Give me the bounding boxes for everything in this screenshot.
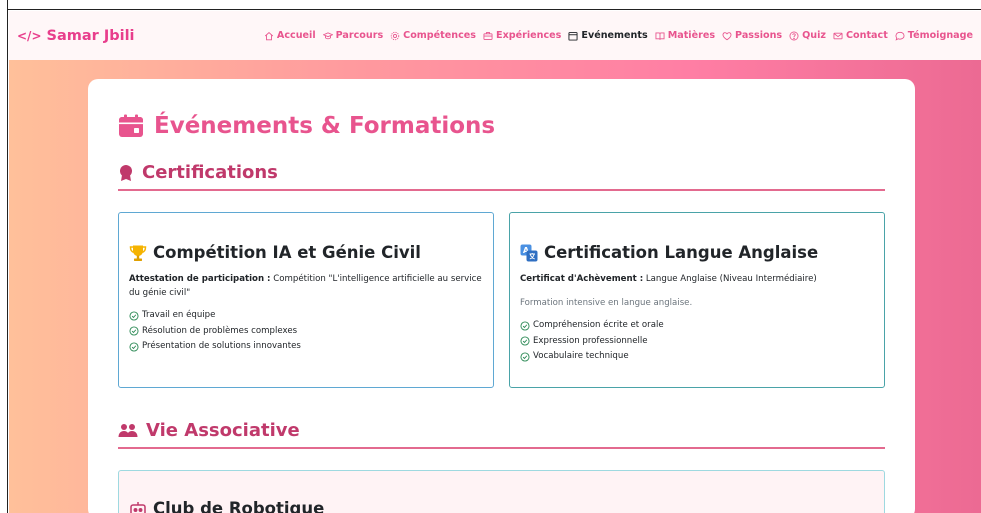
cert-certificat: Certificat d'Achèvement : Langue Anglais… bbox=[520, 274, 817, 284]
window-top-border bbox=[0, 0, 981, 10]
check-circle-icon bbox=[520, 321, 530, 331]
users-icon bbox=[118, 423, 138, 437]
cert-title: Compétition IA et Génie Civil bbox=[129, 243, 483, 262]
nav-temoignage[interactable]: Témoignage bbox=[895, 30, 973, 41]
check-circle-icon bbox=[520, 336, 530, 346]
window-left-border bbox=[0, 0, 8, 513]
code-icon: </> bbox=[17, 28, 42, 43]
cert-points: Compréhension écrite et orale Expression… bbox=[520, 318, 874, 365]
content-card: Événements & Formations Certifications C… bbox=[88, 79, 915, 513]
trophy-icon bbox=[129, 245, 147, 261]
nav-competences[interactable]: Compétences bbox=[390, 30, 476, 41]
briefcase-icon bbox=[483, 31, 493, 40]
assoc-card-robotique: Club de Robotique bbox=[118, 470, 885, 513]
gear-icon bbox=[390, 31, 400, 40]
house-icon bbox=[264, 31, 273, 40]
award-icon bbox=[120, 164, 132, 181]
cert-title: A Certification Langue Anglaise bbox=[520, 243, 874, 262]
nav-contact[interactable]: Contact bbox=[833, 30, 888, 41]
check-circle-icon bbox=[129, 311, 139, 321]
list-item: Travail en équipe bbox=[129, 308, 483, 324]
book-icon bbox=[655, 31, 665, 40]
translate-icon: A bbox=[520, 244, 538, 261]
calendar-icon bbox=[119, 114, 143, 137]
section-title-vie-associative: Vie Associative bbox=[118, 420, 300, 441]
navbar: </> Samar Jbili Accueil Parcours Compéte… bbox=[9, 11, 981, 60]
heart-icon bbox=[722, 31, 732, 40]
envelope-icon bbox=[833, 32, 843, 39]
nav-accueil[interactable]: Accueil bbox=[264, 30, 316, 41]
calendar-icon bbox=[568, 31, 578, 41]
cert-attestation: Attestation de participation : Compétiti… bbox=[129, 274, 482, 298]
list-item: Résolution de problèmes complexes bbox=[129, 324, 483, 340]
page-title: Événements & Formations bbox=[118, 113, 495, 139]
assoc-title: Club de Robotique bbox=[129, 499, 874, 513]
robot-icon bbox=[130, 501, 146, 513]
nav-matieres[interactable]: Matières bbox=[655, 30, 715, 41]
list-item: Vocabulaire technique bbox=[520, 349, 874, 365]
nav-quiz[interactable]: Quiz bbox=[789, 30, 826, 41]
check-circle-icon bbox=[129, 342, 139, 352]
cert-card-ia: Compétition IA et Génie Civil Attestatio… bbox=[118, 212, 494, 388]
list-item: Présentation de solutions innovantes bbox=[129, 339, 483, 355]
check-circle-icon bbox=[520, 352, 530, 362]
section-title-certifications: Certifications bbox=[118, 162, 278, 183]
section-divider bbox=[118, 447, 885, 449]
graduation-cap-icon bbox=[322, 31, 333, 39]
list-item: Compréhension écrite et orale bbox=[520, 318, 874, 334]
brand-name: Samar Jbili bbox=[46, 27, 135, 44]
nav-evenements[interactable]: Evénements bbox=[568, 30, 648, 41]
list-item: Expression professionnelle bbox=[520, 334, 874, 350]
cert-points: Travail en équipe Résolution de problème… bbox=[129, 308, 483, 355]
nav-links: Accueil Parcours Compétences Expériences… bbox=[264, 30, 973, 41]
check-circle-icon bbox=[129, 326, 139, 336]
nav-experiences[interactable]: Expériences bbox=[483, 30, 561, 41]
brand-link[interactable]: </> Samar Jbili bbox=[17, 28, 135, 44]
cert-card-anglais: A Certification Langue Anglaise Certific… bbox=[509, 212, 885, 388]
question-circle-icon bbox=[789, 31, 799, 40]
chat-icon bbox=[895, 31, 905, 41]
cert-description: Formation intensive en langue anglaise. bbox=[520, 298, 693, 308]
nav-passions[interactable]: Passions bbox=[722, 30, 782, 41]
nav-parcours[interactable]: Parcours bbox=[322, 30, 383, 41]
section-divider bbox=[118, 189, 885, 191]
